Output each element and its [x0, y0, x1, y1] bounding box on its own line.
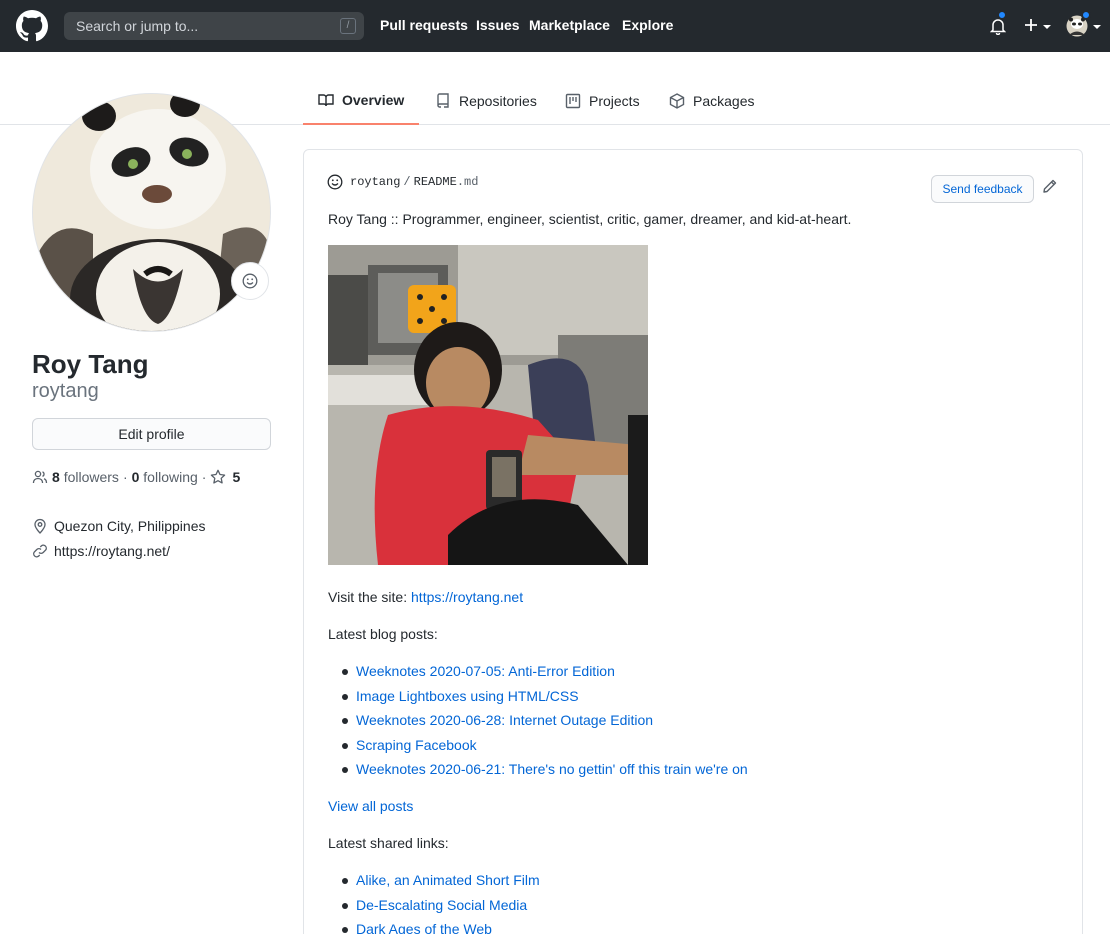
followers-count: 8: [52, 469, 60, 485]
search-input[interactable]: Search or jump to... /: [64, 12, 364, 40]
search-shortcut-key: /: [340, 18, 356, 34]
repo-icon: [437, 92, 449, 108]
people-icon: [32, 470, 48, 484]
chevron-down-icon: [1043, 25, 1051, 29]
package-icon: [669, 92, 685, 109]
readme-owner[interactable]: roytang: [350, 175, 400, 189]
profile-location: Quezon City, Philippines: [32, 518, 205, 534]
location-text: Quezon City, Philippines: [54, 518, 206, 534]
plus-icon: [1025, 19, 1037, 31]
create-new-button[interactable]: [1024, 18, 1054, 36]
path-separator: /: [403, 175, 411, 189]
followers-label: followers: [63, 469, 119, 485]
following-count: 0: [131, 469, 140, 485]
blog-post-link[interactable]: Weeknotes 2020-06-21: There's no gettin'…: [342, 757, 748, 782]
following-label: following: [143, 469, 198, 485]
blog-post-link[interactable]: Weeknotes 2020-07-05: Anti-Error Edition: [342, 659, 748, 684]
panda-avatar-image: [33, 94, 270, 331]
shared-link[interactable]: De-Escalating Social Media: [342, 893, 540, 918]
tab-repositories[interactable]: Repositories: [435, 76, 537, 125]
tab-projects[interactable]: Projects: [565, 76, 640, 125]
shared-link[interactable]: Dark Ages of the Web: [342, 917, 540, 934]
nav-issues[interactable]: Issues: [476, 17, 520, 33]
book-icon: [318, 93, 334, 106]
link-icon: [33, 544, 47, 558]
tab-overview[interactable]: Overview: [303, 76, 419, 125]
chevron-down-icon: [1093, 25, 1101, 29]
notifications-button[interactable]: [989, 10, 1007, 38]
tab-label: Packages: [693, 92, 755, 109]
blog-post-link[interactable]: Scraping Facebook: [342, 733, 748, 758]
global-header: Search or jump to... / Pull requests Iss…: [0, 0, 1110, 52]
github-logo-icon[interactable]: [16, 10, 48, 42]
visit-site-link[interactable]: https://roytang.net: [411, 589, 523, 605]
status-dot: [1081, 10, 1091, 20]
view-all-posts-link[interactable]: View all posts: [328, 798, 413, 814]
location-icon: [34, 518, 46, 534]
following-link[interactable]: 0 following: [132, 469, 198, 485]
stars-link[interactable]: 5: [210, 469, 240, 485]
separator-dot: ·: [122, 469, 128, 485]
follow-stats: 8 followers · 0 following · 5: [32, 469, 240, 485]
blog-post-link[interactable]: Image Lightboxes using HTML/CSS: [342, 684, 748, 709]
shared-links-heading: Latest shared links:: [328, 835, 449, 851]
tab-label: Projects: [589, 92, 640, 109]
readme-intro: Roy Tang :: Programmer, engineer, scient…: [328, 211, 852, 227]
set-status-button[interactable]: [231, 262, 269, 300]
separator-dot: ·: [201, 469, 207, 485]
shared-link[interactable]: Alike, an Animated Short Film: [342, 868, 540, 893]
tab-label: Overview: [342, 91, 405, 108]
readme-photo: [328, 245, 648, 565]
tab-label: Repositories: [459, 92, 537, 109]
notification-dot: [997, 10, 1007, 20]
pencil-icon[interactable]: [1042, 178, 1058, 194]
star-icon: [211, 469, 226, 484]
visit-site-line: Visit the site: https://roytang.net: [328, 589, 523, 605]
search-placeholder: Search or jump to...: [76, 18, 199, 34]
project-icon: [565, 93, 581, 108]
followers-link[interactable]: 8 followers: [52, 469, 119, 485]
profile-avatar[interactable]: [32, 93, 271, 332]
tab-packages[interactable]: Packages: [669, 76, 754, 125]
stars-count: 5: [232, 469, 241, 485]
edit-profile-button[interactable]: Edit profile: [32, 418, 271, 450]
nav-marketplace[interactable]: Marketplace: [529, 17, 610, 33]
shared-links-list: Alike, an Animated Short Film De-Escalat…: [342, 868, 540, 934]
send-feedback-button[interactable]: Send feedback: [931, 175, 1034, 203]
readme-path: roytang / README .md: [327, 174, 478, 190]
visit-label: Visit the site:: [328, 589, 412, 605]
blog-post-list: Weeknotes 2020-07-05: Anti-Error Edition…: [342, 659, 748, 782]
profile-fullname: Roy Tang: [32, 349, 149, 379]
profile-website[interactable]: https://roytang.net/: [32, 543, 170, 559]
smiley-icon: [327, 174, 343, 190]
user-menu-button[interactable]: [1066, 10, 1102, 37]
website-link[interactable]: https://roytang.net/: [54, 543, 170, 559]
readme-photo-image: [328, 245, 648, 565]
blog-heading: Latest blog posts:: [328, 626, 438, 642]
readme-filename[interactable]: README: [414, 175, 457, 189]
readme-file-ext: .md: [456, 175, 479, 189]
blog-post-link[interactable]: Weeknotes 2020-06-28: Internet Outage Ed…: [342, 708, 748, 733]
smiley-icon: [242, 273, 258, 289]
nav-explore[interactable]: Explore: [622, 17, 673, 33]
profile-username: roytang: [32, 380, 99, 402]
nav-pull-requests[interactable]: Pull requests: [380, 17, 468, 33]
